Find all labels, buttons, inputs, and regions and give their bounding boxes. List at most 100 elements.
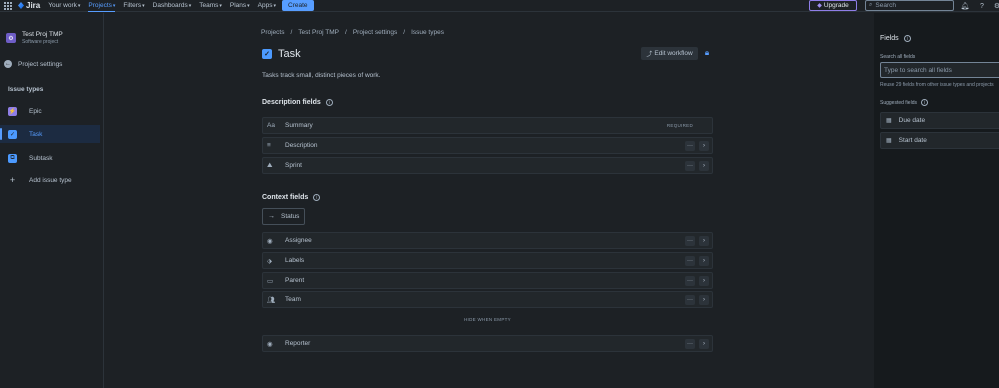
required-badge: REQUIRED (666, 123, 693, 128)
status-field[interactable]: → Status (262, 208, 305, 225)
search-fields-label: Search all fields (880, 54, 916, 60)
task-icon: ✓ (262, 49, 272, 59)
chevron-down-icon: ▾ (112, 2, 116, 9)
settings-icon[interactable]: ⚙ (992, 1, 999, 11)
notifications-icon[interactable]: 🔔︎ (960, 1, 970, 11)
chevron-right-icon[interactable]: › (699, 161, 709, 171)
chevron-right-icon[interactable]: › (699, 295, 709, 305)
nav-projects[interactable]: Projects ▾ (88, 0, 116, 12)
chevron-right-icon[interactable]: › (699, 141, 709, 151)
search-icon: ⌕ (869, 2, 873, 8)
subtask-icon: ⧉ (8, 153, 17, 163)
page-title: ✓ Task (262, 48, 301, 60)
arrow-right-icon: → (268, 213, 275, 220)
info-icon[interactable]: i (325, 99, 333, 106)
project-type: Software project (22, 39, 59, 45)
team-icon: 👥︎ (267, 296, 276, 304)
chevron-down-icon: ▾ (273, 2, 277, 9)
more-options-icon[interactable]: ··· (685, 276, 695, 286)
project-header[interactable]: ⚙ Test Proj TMP Software project (6, 31, 63, 45)
person-icon: ◉ (267, 340, 273, 348)
calendar-icon: ▦ (886, 138, 892, 144)
chevron-down-icon: ▾ (77, 2, 81, 9)
field-row-summary[interactable]: Aa Summary REQUIRED (262, 117, 713, 134)
main-content: Projects / Test Proj TMP / Project setting… (105, 13, 873, 388)
field-row-team[interactable]: 👥︎ Team ··· › (262, 291, 713, 308)
breadcrumb-issue-types[interactable]: Issue types (411, 29, 444, 36)
description-fields-heading: Description fields i (262, 99, 333, 106)
back-to-project-settings[interactable]: ← Project settings (4, 60, 62, 68)
sidebar-item-epic[interactable]: ⚡ Epic (0, 102, 100, 120)
suggested-field-due-date[interactable]: ▦ Due date (880, 112, 999, 129)
hide-when-empty-divider: HIDE WHEN EMPTY (463, 317, 511, 322)
chevron-down-icon: ▾ (188, 2, 192, 9)
issue-type-description[interactable]: Tasks track small, distinct pieces of wo… (262, 72, 380, 79)
context-fields-heading: Context fields i (262, 194, 321, 201)
chevron-right-icon[interactable]: › (699, 276, 709, 286)
nav-your-work[interactable]: Your work ▾ (48, 0, 80, 12)
jira-logo[interactable]: Jira (18, 1, 40, 10)
field-row-assignee[interactable]: ◉ Assignee ··· › (262, 232, 713, 249)
more-options-icon[interactable]: ··· (685, 236, 695, 246)
chevron-right-icon[interactable]: › (699, 256, 709, 266)
fields-panel-title: Fields i (880, 35, 911, 42)
app-switcher-icon[interactable] (4, 1, 12, 10)
info-icon[interactable]: i (903, 35, 911, 42)
sprint-icon: ⛰ (267, 161, 273, 169)
add-issue-type-button[interactable]: + Add issue type (0, 171, 100, 189)
more-options-icon[interactable]: ··· (685, 141, 695, 151)
project-name: Test Proj TMP (22, 31, 63, 38)
search-fields-input[interactable]: Type to search all fields (880, 62, 999, 78)
breadcrumb-project[interactable]: Test Proj TMP (298, 29, 339, 36)
more-options-icon[interactable]: ··· (685, 256, 695, 266)
more-options-icon[interactable]: ··· (685, 161, 695, 171)
nav-filters[interactable]: Filters ▾ (123, 0, 144, 12)
folder-icon: ▭ (267, 277, 274, 285)
breadcrumb-project-settings[interactable]: Project settings (353, 29, 397, 36)
info-icon[interactable]: i (313, 194, 321, 201)
sidebar-item-subtask[interactable]: ⧉ Subtask (0, 149, 100, 167)
calendar-icon: ▦ (886, 118, 892, 124)
project-avatar: ⚙ (6, 33, 16, 43)
chevron-right-icon[interactable]: › (699, 236, 709, 246)
lock-icon[interactable]: 🔒︎ (702, 48, 712, 58)
chevron-down-icon: ▾ (219, 2, 222, 9)
paragraph-icon: ≡ (267, 142, 271, 149)
fields-panel: Fields i Search all fields Type to searc… (874, 13, 999, 388)
nav-dashboards[interactable]: Dashboards ▾ (153, 0, 192, 12)
jira-logo-icon (18, 2, 24, 9)
project-sidebar: ⚙ Test Proj TMP Software project ← Proje… (0, 13, 104, 388)
nav-teams[interactable]: Teams ▾ (199, 0, 222, 12)
breadcrumb: Projects / Test Proj TMP / Project setting… (261, 29, 444, 36)
field-row-reporter[interactable]: ◉ Reporter ··· › (262, 335, 713, 352)
field-row-description[interactable]: ≡ Description ··· › (262, 137, 713, 154)
breadcrumb-projects[interactable]: Projects (261, 29, 284, 36)
nav-plans[interactable]: Plans ▾ (230, 0, 250, 12)
more-options-icon[interactable]: ··· (685, 295, 695, 305)
help-icon[interactable]: ? (977, 1, 987, 11)
suggested-fields-heading: Suggested fields i (880, 99, 928, 106)
plus-icon: + (9, 175, 16, 185)
workflow-icon: ⤴ (646, 52, 653, 58)
field-row-labels[interactable]: ⬗ Labels ··· › (262, 252, 713, 269)
edit-workflow-button[interactable]: ⤴ Edit workflow (641, 47, 698, 60)
upgrade-button[interactable]: ◆ Upgrade (809, 0, 857, 11)
info-icon[interactable]: i (920, 99, 928, 106)
short-text-icon: Aa (267, 122, 275, 129)
chevron-right-icon[interactable]: › (699, 339, 709, 349)
person-icon: ◉ (267, 237, 273, 245)
suggested-field-start-date[interactable]: ▦ Start date (880, 132, 999, 149)
field-row-parent[interactable]: ▭ Parent ··· › (262, 272, 713, 289)
reuse-fields-help: Reuse 29 fields from other issue types a… (880, 82, 994, 88)
issue-types-heading: Issue types (8, 86, 44, 93)
global-search-input[interactable]: ⌕ Search (865, 0, 954, 11)
nav-apps[interactable]: Apps ▾ (258, 0, 276, 12)
field-row-sprint[interactable]: ⛰ Sprint ··· › (262, 157, 713, 174)
sidebar-item-task[interactable]: ✓ Task (0, 125, 100, 143)
chevron-down-icon: ▾ (142, 2, 145, 9)
label-icon: ⬗ (267, 257, 272, 265)
more-options-icon[interactable]: ··· (685, 339, 695, 349)
create-button[interactable]: Create (282, 0, 314, 11)
arrow-left-icon: ← (4, 60, 12, 68)
chevron-down-icon: ▾ (247, 2, 250, 9)
